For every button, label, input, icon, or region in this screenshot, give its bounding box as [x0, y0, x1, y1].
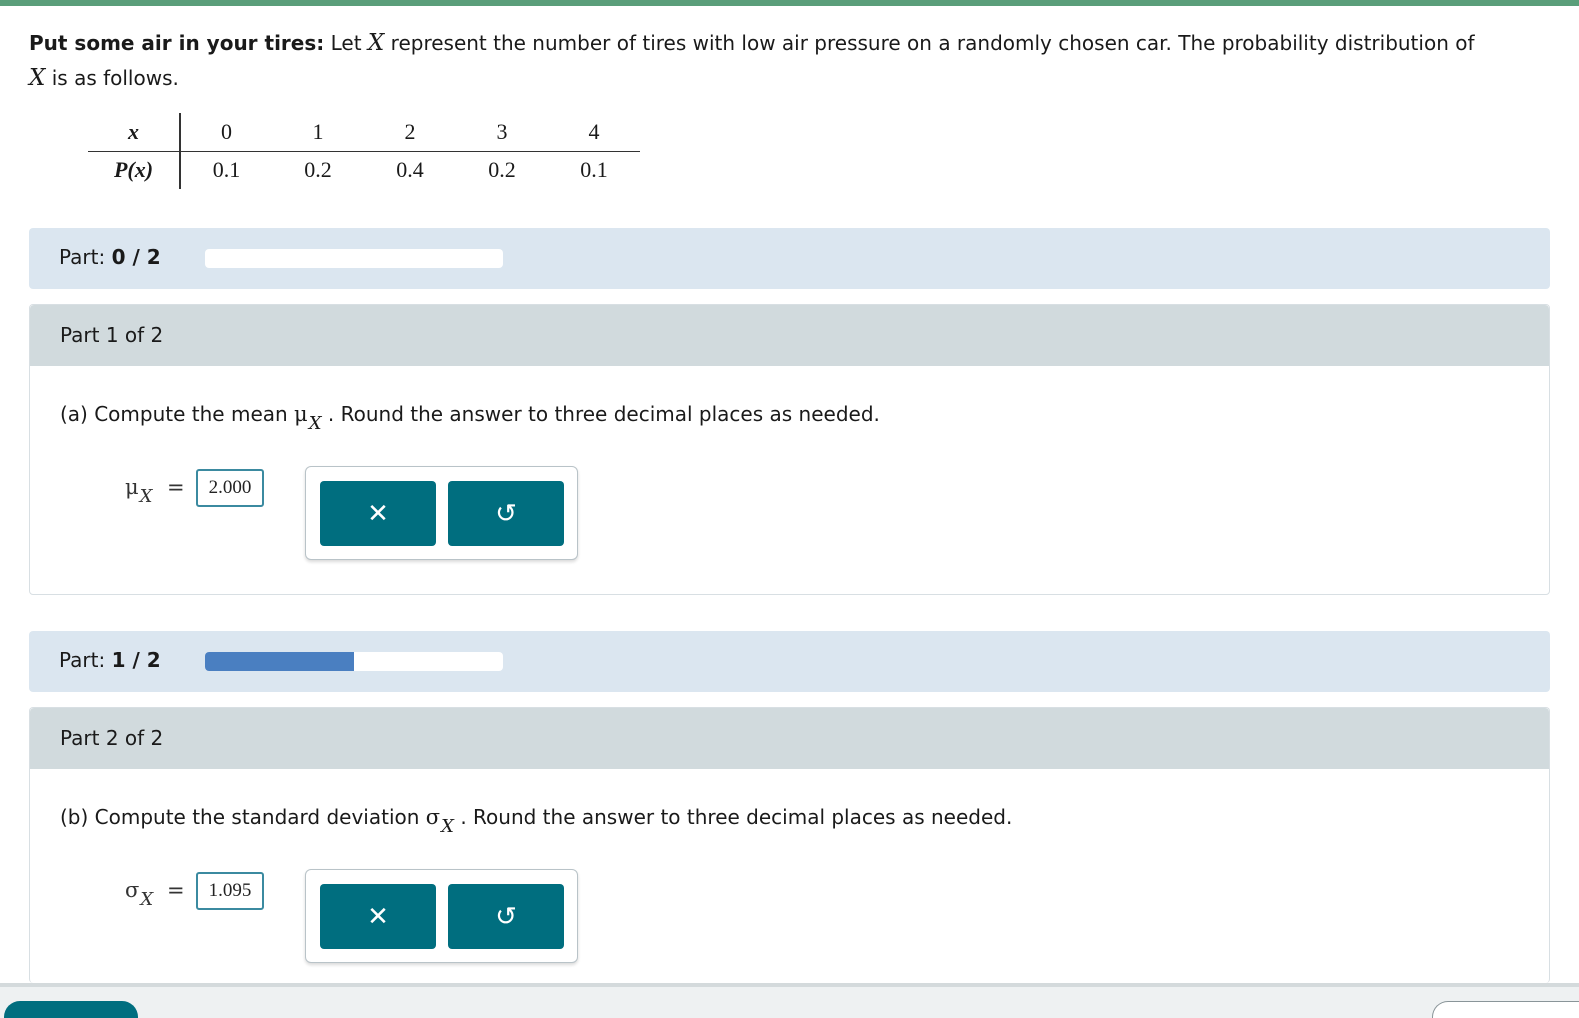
part-1-question: (a) Compute the mean μX . Round the answ…: [60, 402, 880, 434]
p-header: P(x): [88, 151, 181, 189]
problem-variable: X: [367, 30, 385, 56]
x-row: x 0 1 2 3 4: [88, 113, 640, 152]
subscript: X: [139, 486, 153, 507]
part-progress-text: Part: 1 / 2: [59, 648, 161, 672]
part-progress-label: Part:: [59, 245, 106, 269]
part-2-card: Part 2 of 2 (b) Compute the standard dev…: [29, 707, 1550, 983]
part-2-header: Part 2 of 2: [30, 708, 1549, 769]
x-value: 1: [272, 113, 364, 152]
subscript: X: [308, 413, 322, 434]
subscript: X: [140, 889, 154, 910]
x-value: 2: [364, 113, 456, 152]
bottom-right-button[interactable]: [1432, 1001, 1579, 1018]
probability-distribution-table: x 0 1 2 3 4 P(x) 0.1 0.2 0.4 0.2 0.1: [88, 113, 640, 189]
part-1-header: Part 1 of 2: [30, 305, 1549, 366]
p-value: 0.4: [396, 157, 424, 183]
answer-button-group: ✕ ↺: [305, 466, 578, 560]
part-progress-text: Part: 0 / 2: [59, 245, 161, 269]
progress-track: [205, 249, 503, 268]
mu-symbol: μ: [125, 475, 139, 499]
part-progress-label: Part:: [59, 648, 106, 672]
bottom-left-button[interactable]: [4, 1001, 138, 1018]
p-value: 0.2: [488, 157, 516, 183]
question-suffix: . Round the answer to three decimal plac…: [327, 402, 880, 426]
problem-text-2: represent the number of tires with low a…: [390, 31, 1475, 55]
sd-answer-input[interactable]: 1.095: [196, 872, 264, 910]
sigma-symbol: σ: [425, 805, 441, 829]
p-value: 0.2: [304, 157, 332, 183]
part-1-card: Part 1 of 2 (a) Compute the mean μX . Ro…: [29, 304, 1550, 595]
p-value: 0.1: [580, 157, 608, 183]
mu-symbol: μ: [294, 402, 308, 426]
part-progress-value: 1 / 2: [111, 648, 161, 672]
part-progress-bar: Part: 1 / 2: [29, 631, 1550, 692]
undo-button[interactable]: ↺: [448, 884, 564, 949]
x-header: x: [88, 113, 181, 152]
p-row: P(x) 0.1 0.2 0.4 0.2 0.1: [88, 151, 640, 189]
sigma-symbol: σ: [125, 878, 140, 902]
problem-text-3: is as follows.: [51, 66, 179, 90]
bottom-toolbar: [0, 983, 1579, 1018]
question-prefix: (b) Compute the standard deviation: [60, 805, 420, 829]
mean-answer-input[interactable]: 2.000: [196, 469, 264, 507]
progress-track: [205, 652, 503, 671]
undo-icon: ↺: [495, 901, 517, 932]
p-value: 0.1: [212, 157, 241, 183]
question-suffix: . Round the answer to three decimal plac…: [460, 805, 1013, 829]
problem-statement: Put some air in your tires: Let X repres…: [29, 26, 1559, 96]
clear-button[interactable]: ✕: [320, 481, 436, 546]
sd-label: σX: [125, 878, 153, 910]
x-value: 0: [180, 113, 272, 152]
equals-sign: =: [167, 475, 185, 499]
subscript: X: [441, 816, 454, 837]
close-icon: ✕: [367, 901, 389, 932]
clear-button[interactable]: ✕: [320, 884, 436, 949]
problem-variable-2: X: [29, 65, 46, 91]
x-value: 4: [548, 113, 640, 152]
undo-button[interactable]: ↺: [448, 481, 564, 546]
mean-label: μX: [125, 475, 152, 507]
top-accent-strip: [0, 0, 1579, 6]
part-progress-bar: Part: 0 / 2: [29, 228, 1550, 289]
undo-icon: ↺: [495, 498, 517, 529]
problem-text-1: Let: [330, 31, 362, 55]
x-value: 3: [456, 113, 548, 152]
close-icon: ✕: [367, 498, 389, 529]
equals-sign: =: [167, 878, 185, 902]
problem-title: Put some air in your tires:: [29, 31, 325, 55]
part-progress-value: 0 / 2: [111, 245, 161, 269]
part-2-question: (b) Compute the standard deviation σX . …: [60, 805, 1013, 837]
question-prefix: (a) Compute the mean: [60, 402, 288, 426]
answer-button-group: ✕ ↺: [305, 869, 578, 963]
progress-fill: [205, 652, 354, 671]
